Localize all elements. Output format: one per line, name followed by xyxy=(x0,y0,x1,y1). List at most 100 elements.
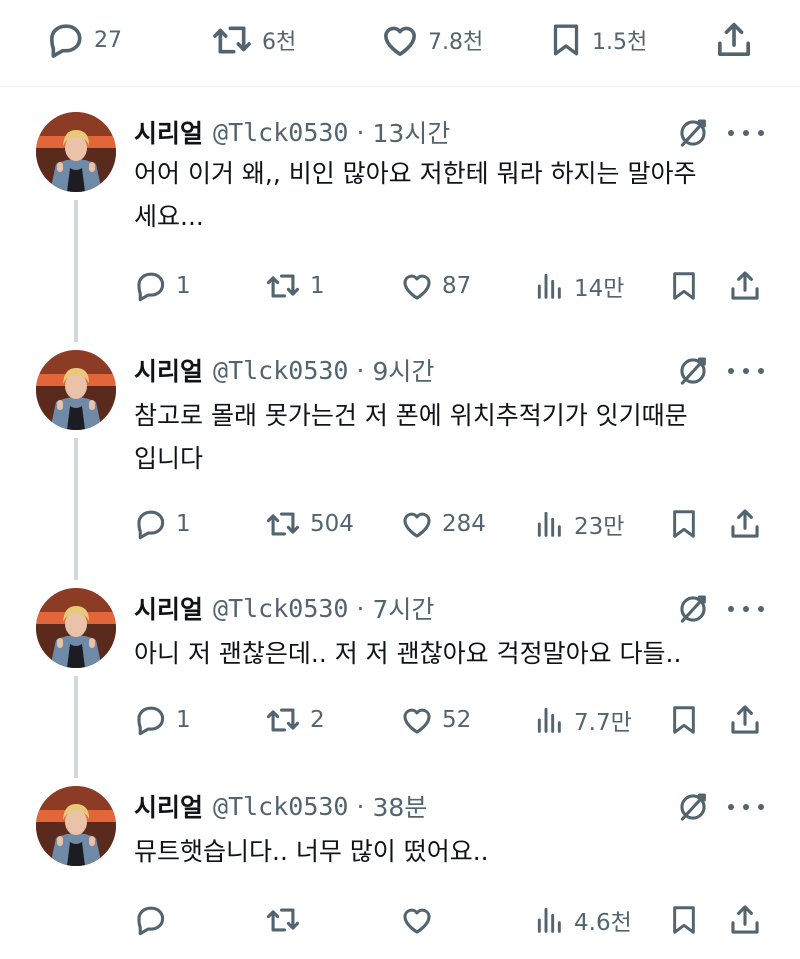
tweet-header: 시리얼 @Tlck0530 · 7시간 xyxy=(134,590,434,626)
bookmark-button[interactable] xyxy=(668,900,700,940)
reply-button[interactable] xyxy=(134,900,176,940)
repost-icon xyxy=(264,269,302,303)
views-count: 4.6천 xyxy=(574,910,632,936)
repost-button[interactable]: 1 xyxy=(264,266,325,306)
views-count: 23만 xyxy=(574,514,625,540)
bookmark-icon xyxy=(548,20,584,60)
bookmark-button[interactable] xyxy=(668,504,700,544)
more-icon[interactable] xyxy=(728,790,764,824)
reply-icon xyxy=(134,269,168,303)
author-handle[interactable]: @Tlck0530 xyxy=(213,356,348,385)
views-icon xyxy=(534,703,566,737)
tweet-text-line: 입니다 xyxy=(134,444,204,473)
divider xyxy=(0,86,800,87)
like-count: 7.8천 xyxy=(428,30,484,55)
bookmark-button[interactable] xyxy=(668,266,700,306)
grok-icon[interactable] xyxy=(676,354,710,388)
top-bookmark-button[interactable]: 1.5천 xyxy=(548,20,647,60)
timestamp[interactable]: 38분 xyxy=(372,788,427,824)
share-icon xyxy=(714,20,754,60)
separator-dot: · xyxy=(356,593,365,623)
share-button[interactable] xyxy=(728,266,762,306)
tweet-text: 뮤트햇습니다.. 너무 많이 떴어요.. xyxy=(134,830,774,873)
thread-line xyxy=(74,200,78,342)
reply-icon xyxy=(134,507,168,541)
share-button[interactable] xyxy=(728,700,762,740)
share-button[interactable] xyxy=(728,504,762,544)
tweet-actions: 1 504 284 23만 xyxy=(134,504,774,544)
repost-count: 1 xyxy=(310,273,325,299)
tweet-text: 어어 이거 왜,, 비인 많아요 저한테 뭐라 하지는 말아주 세요... xyxy=(134,152,774,238)
tweet-text-line: 세요... xyxy=(134,202,204,231)
like-button[interactable] xyxy=(400,900,442,940)
share-button[interactable] xyxy=(728,900,762,940)
bookmark-button[interactable] xyxy=(668,700,700,740)
reply-count: 27 xyxy=(94,27,122,53)
reply-button[interactable]: 1 xyxy=(134,700,191,740)
avatar[interactable] xyxy=(36,588,116,668)
repost-count: 6천 xyxy=(262,30,297,55)
avatar[interactable] xyxy=(36,350,116,430)
top-like-button[interactable]: 7.8천 xyxy=(380,20,483,60)
repost-button[interactable] xyxy=(264,900,310,940)
top-action-bar: 27 6천 7.8천 1.5천 xyxy=(0,0,800,86)
timestamp[interactable]: 7시간 xyxy=(372,590,434,626)
avatar[interactable] xyxy=(36,786,116,866)
bookmark-icon xyxy=(668,703,700,737)
timestamp[interactable]: 9시간 xyxy=(372,352,434,388)
share-icon xyxy=(728,703,762,737)
views-button[interactable]: 23만 xyxy=(534,504,624,544)
more-icon[interactable] xyxy=(728,116,764,150)
reply-count: 1 xyxy=(176,273,191,299)
repost-icon xyxy=(264,507,302,541)
author-name[interactable]: 시리얼 xyxy=(134,590,203,626)
author-name[interactable]: 시리얼 xyxy=(134,114,203,150)
author-name[interactable]: 시리얼 xyxy=(134,788,203,824)
share-icon xyxy=(728,903,762,937)
separator-dot: · xyxy=(356,355,365,385)
timestamp[interactable]: 13시간 xyxy=(372,114,450,150)
author-handle[interactable]: @Tlck0530 xyxy=(213,792,348,821)
views-count: 7.7만 xyxy=(574,710,632,736)
separator-dot: · xyxy=(356,117,365,147)
more-icon[interactable] xyxy=(728,354,764,388)
views-button[interactable]: 14만 xyxy=(534,266,624,306)
like-button[interactable]: 87 xyxy=(400,266,471,306)
reply-button[interactable]: 1 xyxy=(134,266,191,306)
grok-icon[interactable] xyxy=(676,592,710,626)
like-button[interactable]: 52 xyxy=(400,700,471,740)
like-count: 284 xyxy=(442,511,486,537)
author-name[interactable]: 시리얼 xyxy=(134,352,203,388)
repost-count: 504 xyxy=(310,511,354,537)
like-icon xyxy=(380,20,420,60)
reply-icon xyxy=(46,20,86,60)
repost-count: 2 xyxy=(310,707,325,733)
more-icon[interactable] xyxy=(728,592,764,626)
like-icon xyxy=(400,507,434,541)
like-count: 52 xyxy=(442,707,472,733)
tweet-text: 참고로 몰래 못가는건 저 폰에 위치추적기가 잇기때문 입니다 xyxy=(134,394,774,480)
author-handle[interactable]: @Tlck0530 xyxy=(213,118,348,147)
avatar[interactable] xyxy=(36,112,116,192)
top-share-button[interactable] xyxy=(714,20,754,60)
top-repost-button[interactable]: 6천 xyxy=(210,20,296,60)
tweet-actions: 1 1 87 14만 xyxy=(134,266,774,306)
repost-button[interactable]: 2 xyxy=(264,700,325,740)
repost-button[interactable]: 504 xyxy=(264,504,354,544)
reply-count: 1 xyxy=(176,707,191,733)
tweet-actions: 1 2 52 7.7만 xyxy=(134,700,774,740)
views-button[interactable]: 7.7만 xyxy=(534,700,632,740)
top-reply-button[interactable]: 27 xyxy=(46,20,122,60)
views-button[interactable]: 4.6천 xyxy=(534,900,632,940)
reply-button[interactable]: 1 xyxy=(134,504,191,544)
author-handle[interactable]: @Tlck0530 xyxy=(213,594,348,623)
grok-icon[interactable] xyxy=(676,116,710,150)
like-icon xyxy=(400,269,434,303)
tweet-actions: 4.6천 xyxy=(134,900,774,940)
grok-icon[interactable] xyxy=(676,790,710,824)
repost-icon xyxy=(264,903,302,937)
like-icon xyxy=(400,703,434,737)
like-button[interactable]: 284 xyxy=(400,504,486,544)
tweet-header: 시리얼 @Tlck0530 · 9시간 xyxy=(134,352,434,388)
tweet-header: 시리얼 @Tlck0530 · 38분 xyxy=(134,788,427,824)
